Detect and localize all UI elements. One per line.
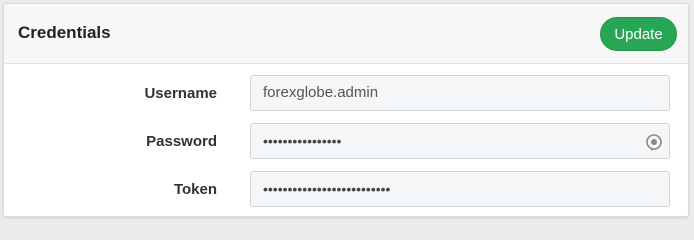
token-field[interactable]: •••••••••••••••••••••••••• [250,171,670,207]
password-field[interactable]: •••••••••••••••• [250,123,670,159]
password-label: Password [146,133,217,150]
token-row: Token •••••••••••••••••••••••••• [4,171,688,209]
panel-title: Credentials [18,23,111,42]
eye-icon[interactable] [645,133,663,151]
credentials-panel: Credentials Update Username forexglobe.a… [3,3,689,217]
password-row: Password •••••••••••••••• [4,123,688,161]
username-field[interactable]: forexglobe.admin [250,75,670,111]
update-button[interactable]: Update [600,17,677,51]
token-label: Token [173,181,217,198]
panel-header: Credentials Update [4,4,688,64]
username-row: Username forexglobe.admin [4,75,688,113]
username-label: Username [144,85,217,102]
